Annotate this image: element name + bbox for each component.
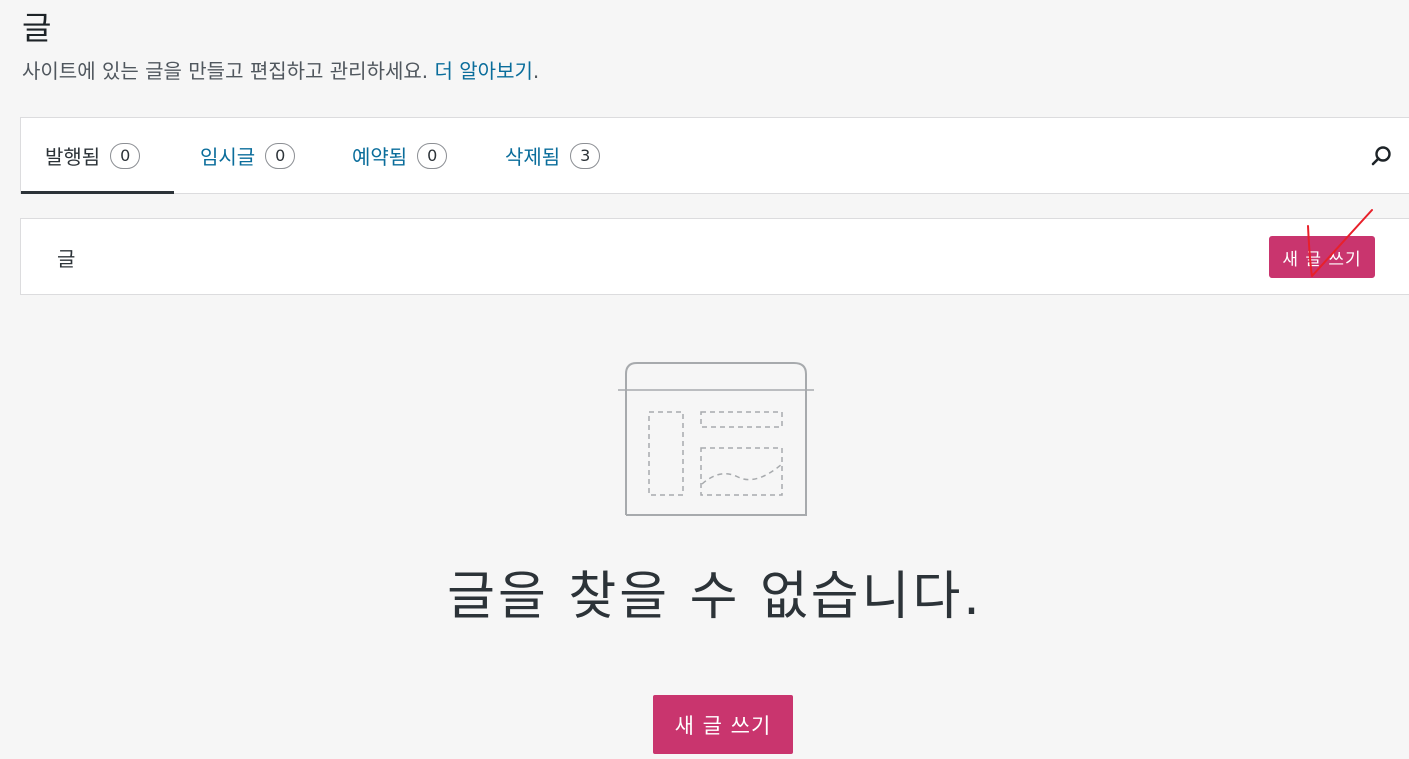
tab-published-count: 0	[110, 142, 141, 169]
subtitle-text: 사이트에 있는 글을 만들고 편집하고 관리하세요.	[22, 59, 429, 83]
tab-scheduled-label: 예약됨	[352, 145, 408, 169]
tab-trashed[interactable]: 삭제됨 3	[505, 118, 601, 193]
posts-list-header: 글 새 글 쓰기	[20, 218, 1409, 295]
tab-trashed-count: 3	[570, 142, 601, 169]
empty-page-illustration-icon	[618, 362, 814, 516]
learn-more-link[interactable]: 더 알아보기	[435, 59, 533, 83]
search-button[interactable]	[1368, 142, 1396, 170]
search-icon	[1371, 146, 1391, 166]
post-status-tabs: 발행됨 0 임시글 0 예약됨 0 삭제됨 3	[20, 117, 1409, 194]
page-subtitle: 사이트에 있는 글을 만들고 편집하고 관리하세요. 더 알아보기.	[22, 58, 539, 84]
tab-published-label: 발행됨	[45, 145, 101, 169]
new-post-button[interactable]: 새 글 쓰기	[1269, 236, 1375, 278]
subtitle-period: .	[532, 59, 540, 83]
tab-drafts-count: 0	[265, 142, 296, 169]
tab-drafts[interactable]: 임시글 0	[200, 118, 296, 193]
empty-state-new-post-button[interactable]: 새 글 쓰기	[653, 695, 793, 754]
empty-state-title: 글을 찾을 수 없습니다.	[447, 567, 983, 627]
tab-drafts-label: 임시글	[200, 145, 256, 169]
tab-trashed-label: 삭제됨	[505, 145, 561, 169]
tab-scheduled[interactable]: 예약됨 0	[352, 118, 448, 193]
posts-header-label: 글	[57, 247, 76, 271]
page-title: 글	[22, 9, 52, 47]
tab-published[interactable]: 발행됨 0	[21, 118, 174, 194]
tab-scheduled-count: 0	[417, 142, 448, 169]
